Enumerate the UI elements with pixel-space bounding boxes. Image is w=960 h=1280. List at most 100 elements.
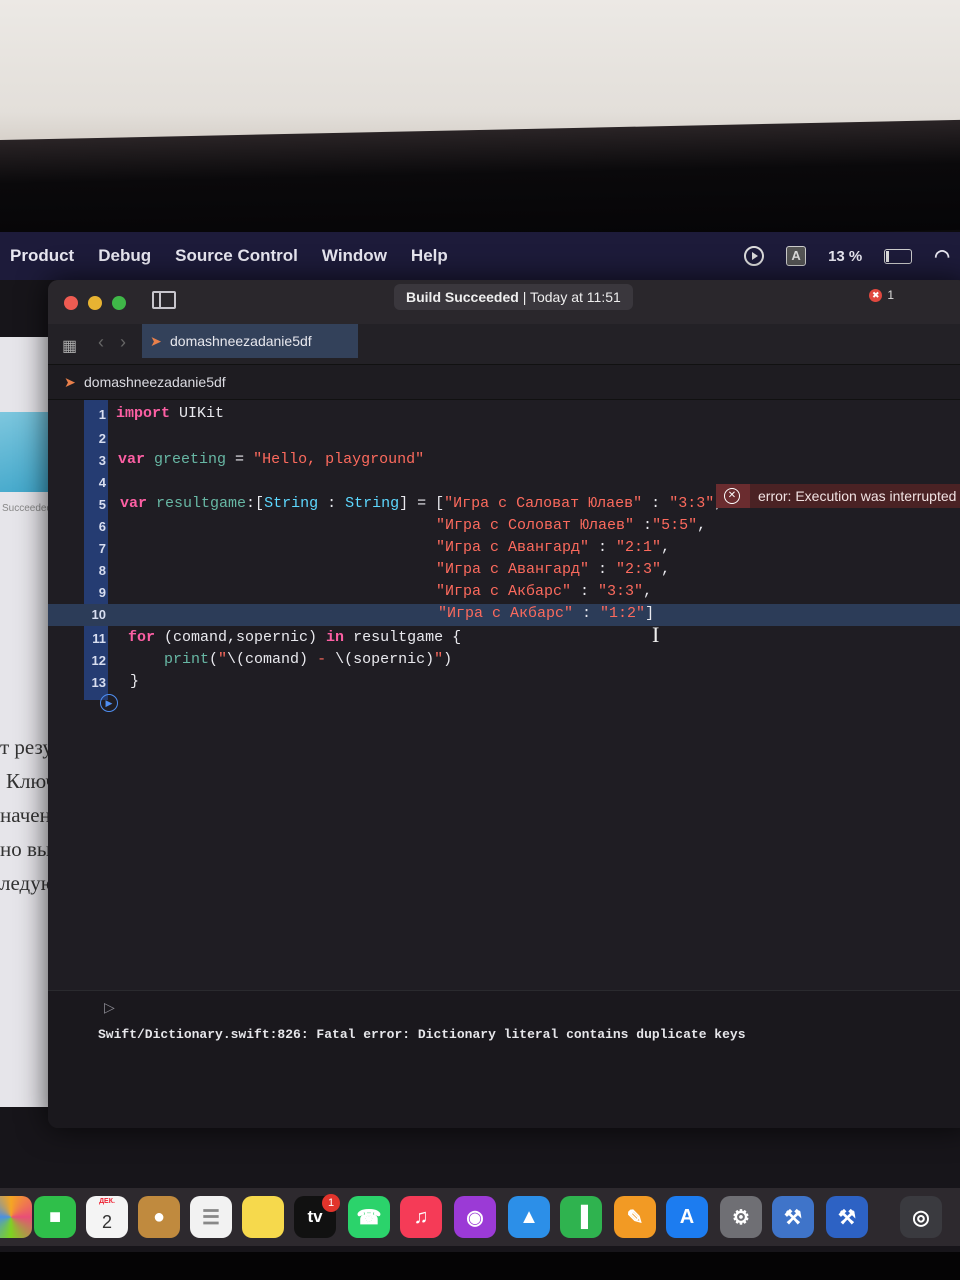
grid-icon[interactable]: ▦	[62, 336, 77, 356]
tab-label: domashneezadanie5df	[170, 333, 312, 349]
instruments-icon[interactable]: ⚒	[826, 1196, 868, 1238]
code-line: 2	[48, 428, 960, 450]
notes-icon[interactable]	[242, 1196, 284, 1238]
background-succeeded-label: Succeeded	[2, 503, 53, 514]
close-window-button[interactable]	[64, 296, 78, 310]
battery-icon[interactable]	[884, 248, 913, 264]
build-status-time: | Today at 11:51	[518, 289, 621, 305]
apple-tv-badge: 1	[322, 1194, 340, 1212]
error-count-badge[interactable]: ✖ 1	[869, 288, 894, 302]
code-text: "Игра с Акбарс" : "1:2"]	[438, 605, 655, 622]
text-cursor-icon: I	[652, 622, 660, 647]
sidebar-toggle-icon[interactable]	[152, 291, 176, 309]
xcode-icon[interactable]: ⚒	[772, 1196, 814, 1238]
forward-chevron-icon[interactable]: ›	[120, 332, 126, 353]
tab-domashneezadanie5df[interactable]: ➤ domashneezadanie5df	[142, 324, 358, 358]
window-controls	[64, 296, 126, 310]
code-line: 6 "Игра с Соловат Юлаев" :"5:5",	[48, 516, 960, 538]
menu-help[interactable]: Help	[411, 246, 448, 266]
input-source-icon[interactable]: A	[786, 246, 807, 266]
title-bar: Build Succeeded | Today at 11:51 ✖ 1	[48, 280, 960, 324]
menu-window[interactable]: Window	[322, 246, 387, 266]
line-number: 9	[98, 585, 106, 600]
error-circle-icon: ✕	[724, 488, 740, 504]
reminders-icon[interactable]: ☰	[190, 1196, 232, 1238]
facetime-icon[interactable]: ■	[34, 1196, 76, 1238]
code-line: 12 print("\(comand) - \(sopernic)")	[48, 650, 960, 672]
code-text: var resultgame:[String : String] = ["Игр…	[120, 495, 723, 512]
breadcrumb-label: domashneezadanie5df	[84, 374, 226, 390]
line-number: 11	[92, 631, 106, 646]
wifi-icon[interactable]: ◠	[934, 246, 950, 267]
menu-source-control[interactable]: Source Control	[175, 246, 298, 266]
console-output: Swift/Dictionary.swift:826: Fatal error:…	[98, 1027, 746, 1042]
menu-bar: Product Debug Source Control Window Help…	[0, 232, 960, 280]
code-line: 1 import UIKit	[48, 404, 960, 426]
whatsapp-icon[interactable]: ☎	[348, 1196, 390, 1238]
code-text: var greeting = "Hello, playground"	[118, 451, 425, 468]
swift-icon: ➤	[150, 333, 162, 349]
line-number: 2	[98, 431, 106, 446]
menu-product[interactable]: Product	[10, 246, 74, 266]
zoom-window-button[interactable]	[112, 296, 126, 310]
error-icon: ✖	[869, 288, 883, 302]
contacts-icon[interactable]: ●	[138, 1196, 180, 1238]
numbers-icon[interactable]: ▐	[560, 1196, 602, 1238]
calendar-day: 2	[101, 1211, 112, 1232]
code-text: import UIKit	[116, 405, 225, 422]
line-number: 7	[98, 541, 106, 556]
build-status-result: Build Succeeded	[406, 289, 519, 305]
xcode-playground-window: Build Succeeded | Today at 11:51 ✖ 1 ▦ ‹…	[48, 280, 960, 1128]
calendar-month: ДЕК.	[99, 1198, 115, 1205]
dock: ■ ДЕК. 2 ● ☰ tv ☎ ♫ ◉ ▲ ▐ ✎ A ⚙ ⚒ ⚒ ◎	[0, 1188, 960, 1246]
debug-console[interactable]: ▷ Swift/Dictionary.swift:826: Fatal erro…	[48, 990, 960, 1128]
menu-debug[interactable]: Debug	[98, 246, 151, 266]
code-line-current: 10 "Игра с Акбарс" : "1:2"]	[48, 604, 960, 626]
music-icon[interactable]: ♫	[400, 1196, 442, 1238]
laptop-bottom-bezel	[0, 1252, 960, 1280]
error-count: 1	[887, 288, 894, 302]
line-number: 5	[98, 497, 106, 512]
tv-label: tv	[307, 1207, 323, 1226]
code-text: "Игра с Акбарс" : "3:3",	[436, 583, 653, 600]
line-number: 3	[98, 453, 106, 468]
code-line: 8 "Игра с Авангард" : "2:3",	[48, 560, 960, 582]
battery-percent: 13 %	[828, 247, 863, 265]
line-number: 12	[91, 653, 106, 668]
code-text: for (comand,sopernic) in resultgame {	[128, 629, 462, 646]
code-line: 9 "Игра с Акбарс" : "3:3",	[48, 582, 960, 604]
system-preferences-icon[interactable]: ⚙	[720, 1196, 762, 1238]
app-store-icon[interactable]: A	[666, 1196, 708, 1238]
code-line: 3 var greeting = "Hello, playground"	[48, 450, 960, 472]
line-number: 4	[98, 475, 106, 490]
code-editor[interactable]: 1 import UIKit 2 3 var greeting = "Hello…	[48, 400, 960, 990]
minimize-window-button[interactable]	[88, 296, 102, 310]
screen: Product Debug Source Control Window Help…	[0, 232, 960, 1252]
code-line: 7 "Игра с Авангард" : "2:1",	[48, 538, 960, 560]
code-text: }	[130, 673, 140, 690]
code-text: "Игра с Авангард" : "2:1",	[436, 539, 671, 556]
run-playground-icon[interactable]: ▶	[100, 694, 118, 712]
build-status: Build Succeeded | Today at 11:51	[394, 284, 633, 310]
line-number: 13	[91, 675, 106, 690]
tab-bar: ▦ ‹ › ➤ domashneezadanie5df	[48, 324, 960, 365]
breadcrumb[interactable]: ➤ domashneezadanie5df	[48, 365, 960, 400]
photos-icon[interactable]	[0, 1196, 32, 1238]
line-number: 1	[98, 407, 106, 422]
code-text: print("\(comand) - \(sopernic)")	[164, 651, 453, 668]
pages-icon[interactable]: ✎	[614, 1196, 656, 1238]
inline-error-message[interactable]: error: Execution was interrupted	[716, 484, 960, 508]
keynote-icon[interactable]: ▲	[508, 1196, 550, 1238]
preview-icon[interactable]: ◎	[900, 1196, 942, 1238]
line-number: 10	[91, 607, 106, 622]
podcasts-icon[interactable]: ◉	[454, 1196, 496, 1238]
back-chevron-icon[interactable]: ‹	[98, 332, 104, 353]
calendar-icon[interactable]: ДЕК. 2	[86, 1196, 128, 1238]
play-circle-icon[interactable]	[744, 246, 765, 266]
code-line: 11 for (comand,sopernic) in resultgame {	[48, 628, 960, 650]
console-run-icon[interactable]: ▷	[104, 999, 115, 1016]
code-text: "Игра с Соловат Юлаев" :"5:5",	[436, 517, 707, 534]
code-text: "Игра с Авангард" : "2:3",	[436, 561, 671, 578]
swift-icon: ➤	[64, 374, 76, 390]
status-area: A 13 % ◠	[744, 232, 950, 280]
